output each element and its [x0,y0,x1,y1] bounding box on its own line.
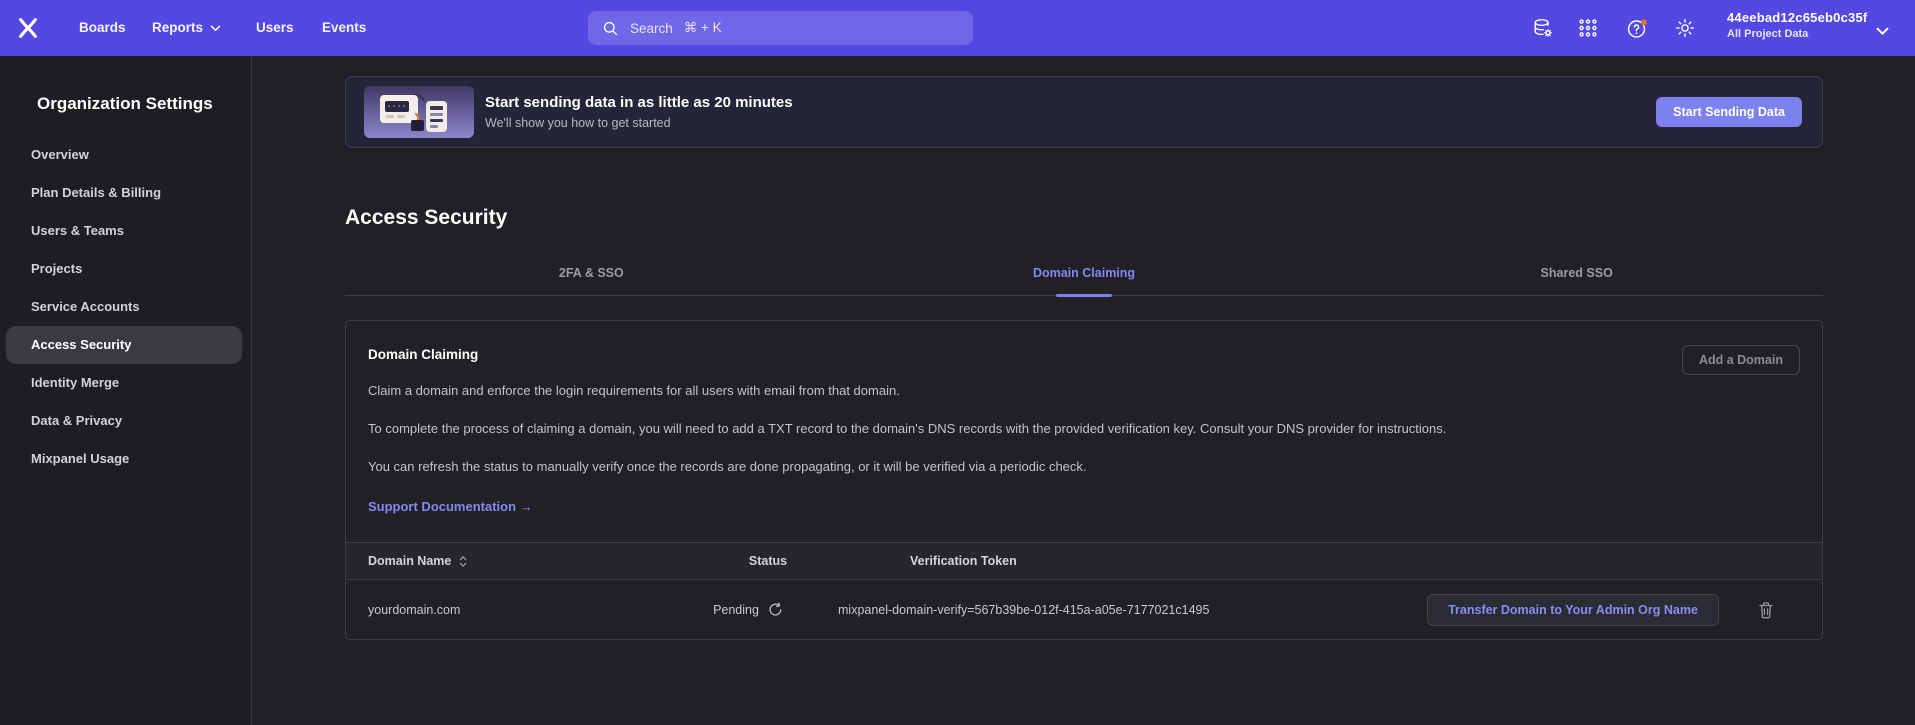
account-chevron-down-icon[interactable] [1876,23,1889,32]
sidebar-item-access-security[interactable]: Access Security [6,326,242,364]
table-header-row: Domain Name Status Verification Token [346,542,1822,580]
card-paragraph: To complete the process of claiming a do… [368,419,1800,439]
mixpanel-logo-icon[interactable] [16,16,40,40]
domains-table: Domain Name Status Verification Token yo… [346,542,1822,639]
sidebar-item-plan-details-billing[interactable]: Plan Details & Billing [6,174,242,212]
nav-item-events[interactable]: Events [322,0,366,56]
search-shortcut: ⌘ + K [684,20,722,36]
org-id: 44eebad12c65eb0c35f [1727,10,1867,25]
sidebar-item-mixpanel-usage[interactable]: Mixpanel Usage [6,440,242,478]
refresh-status-icon[interactable] [768,602,783,617]
gear-icon[interactable] [1674,17,1696,39]
search-input[interactable]: Search ⌘ + K [588,11,973,45]
search-placeholder: Search [630,21,673,36]
column-status: Status [698,554,838,568]
card-paragraph: Claim a domain and enforce the login req… [368,381,1800,401]
apps-grid-icon[interactable] [1577,17,1599,39]
status-badge: Pending [713,603,759,617]
banner-subtitle: We'll show you how to get started [485,116,793,130]
main-content: Start sending data in as little as 20 mi… [252,56,1915,725]
column-domain-name: Domain Name [368,554,451,568]
sidebar-item-identity-merge[interactable]: Identity Merge [6,364,242,402]
account-switcher[interactable]: 44eebad12c65eb0c35f All Project Data [1727,10,1867,40]
data-management-icon[interactable] [1532,17,1554,39]
support-documentation-link[interactable]: Support Documentation → [368,499,533,514]
help-icon[interactable] [1626,17,1648,39]
access-security-tabs: 2FA & SSO Domain Claiming Shared SSO [345,266,1823,296]
card-title: Domain Claiming [368,345,478,362]
delete-domain-trash-icon[interactable] [1758,601,1774,619]
sidebar-item-overview[interactable]: Overview [6,136,242,174]
add-domain-button[interactable]: Add a Domain [1682,345,1800,375]
card-paragraph: You can refresh the status to manually v… [368,457,1800,477]
sidebar-title: Organization Settings [37,94,251,114]
chevron-down-icon [210,25,221,32]
sidebar-item-service-accounts[interactable]: Service Accounts [6,288,242,326]
project-name: All Project Data [1727,28,1867,40]
onboarding-banner: Start sending data in as little as 20 mi… [345,76,1823,148]
start-sending-data-button[interactable]: Start Sending Data [1656,97,1802,127]
sidebar-item-data-privacy[interactable]: Data & Privacy [6,402,242,440]
tab-domain-claiming[interactable]: Domain Claiming [838,266,1331,295]
transfer-domain-button[interactable]: Transfer Domain to Your Admin Org Name [1427,594,1719,626]
search-icon [602,20,619,37]
banner-illustration [364,86,474,138]
nav-item-reports-label: Reports [152,0,203,56]
verification-token-cell: mixpanel-domain-verify=567b39be-012f-415… [838,603,1423,617]
page-title: Access Security [345,206,1823,230]
banner-title: Start sending data in as little as 20 mi… [485,94,793,111]
nav-item-users[interactable]: Users [256,0,294,56]
column-verification-token: Verification Token [838,554,1423,568]
org-settings-sidebar: Organization Settings Overview Plan Deta… [0,56,252,725]
table-row: yourdomain.com Pending mixpanel-domain-v… [346,580,1822,639]
tab-2fa-sso[interactable]: 2FA & SSO [345,266,838,295]
sidebar-item-projects[interactable]: Projects [6,250,242,288]
nav-item-reports[interactable]: Reports [152,0,221,56]
domain-name-cell: yourdomain.com [346,603,698,617]
nav-item-boards[interactable]: Boards [79,0,126,56]
notification-dot [1641,19,1647,25]
sidebar-item-users-teams[interactable]: Users & Teams [6,212,242,250]
domain-claiming-card: Domain Claiming Add a Domain Claim a dom… [345,320,1823,640]
sort-icon[interactable] [459,555,467,568]
tab-shared-sso[interactable]: Shared SSO [1330,266,1823,295]
top-navbar: Boards Reports Users Events Search ⌘ + K [0,0,1915,56]
